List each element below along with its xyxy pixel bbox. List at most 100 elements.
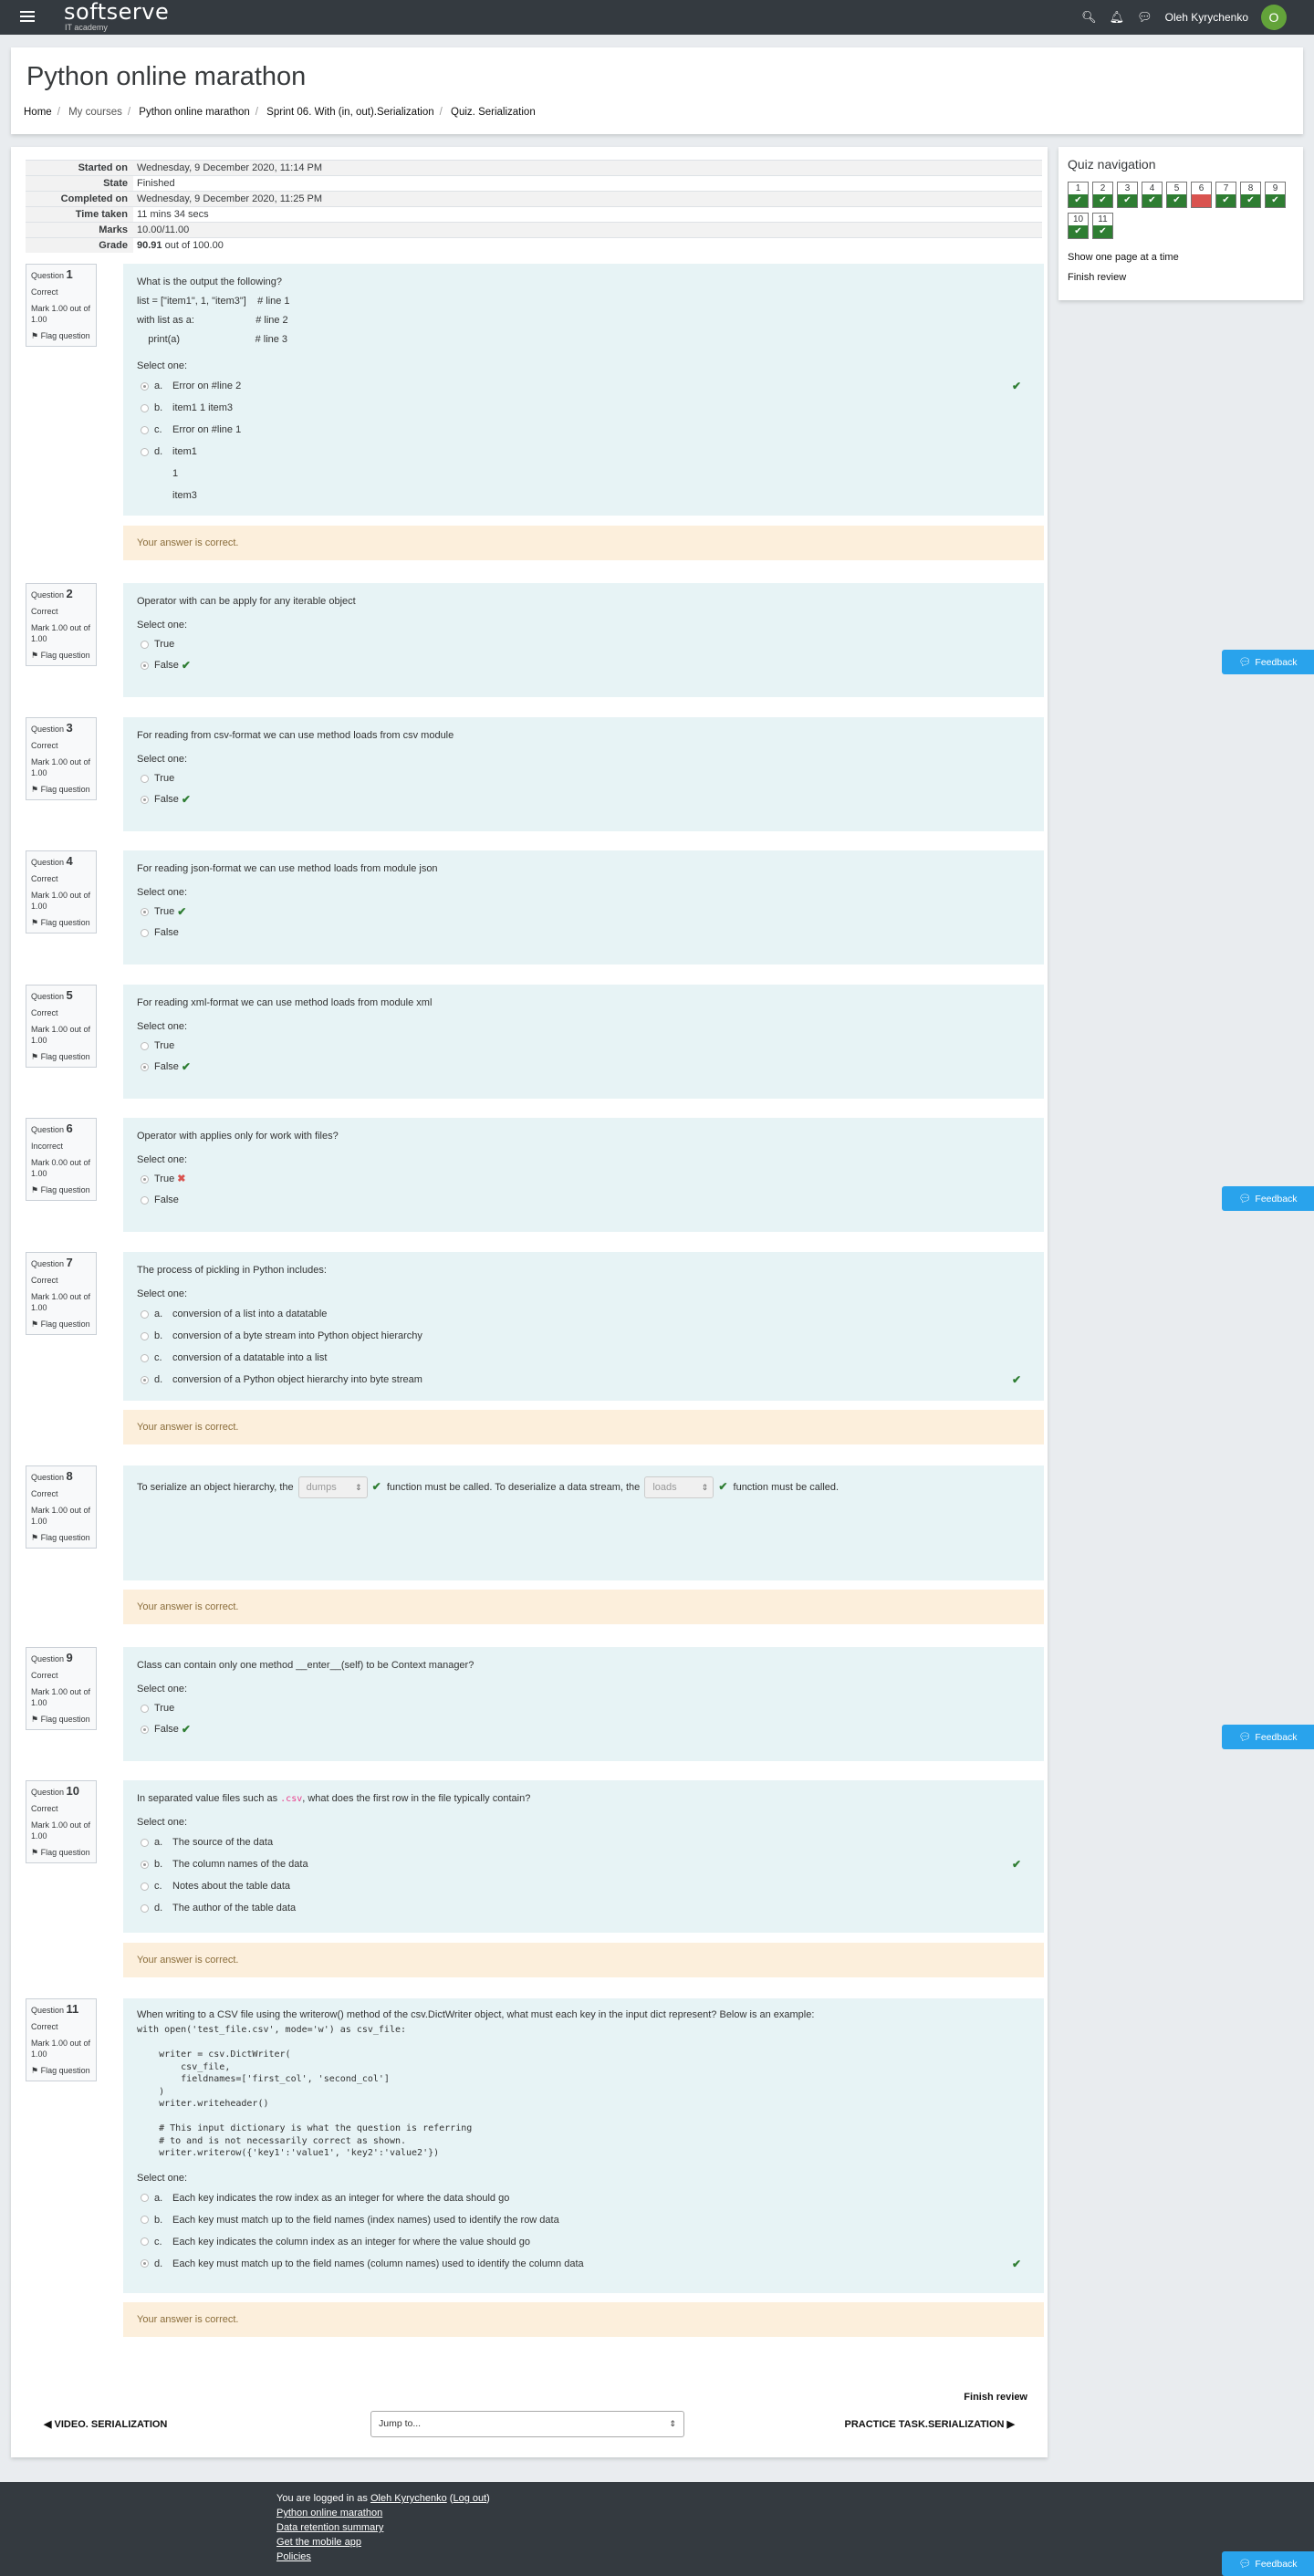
radio-button (141, 425, 149, 434)
footer-course-link[interactable]: Python online marathon (276, 2508, 382, 2519)
quiz-nav-button[interactable]: 6 (1191, 182, 1212, 208)
correct-check-icon: ✔ (181, 793, 191, 806)
finish-review-link[interactable]: Finish review (964, 2392, 1027, 2403)
answer-option[interactable]: True (137, 768, 1030, 789)
answer-option[interactable]: True (137, 1036, 1030, 1057)
user-name[interactable]: Oleh Kyrychenko (1165, 11, 1248, 24)
finish-review-link[interactable]: Finish review (1068, 272, 1126, 283)
avatar[interactable]: O (1261, 5, 1287, 30)
flag-question[interactable]: ⚑ Flag question (31, 650, 91, 661)
chat-icon[interactable]: 💬︎ (1137, 10, 1152, 25)
next-activity-link[interactable]: PRACTICE TASK.SERIALIZATION ▶ (845, 2418, 1016, 2430)
show-one-page-link[interactable]: Show one page at a time (1068, 252, 1179, 263)
answer-option[interactable]: a. The source of the data (137, 1831, 1030, 1853)
breadcrumb-my-courses[interactable]: My courses (68, 107, 122, 118)
breadcrumb-course[interactable]: Python online marathon (139, 107, 249, 118)
answer-option[interactable]: True ✔ (137, 902, 1030, 923)
answer-option[interactable]: True ✖ (137, 1169, 1030, 1190)
question-content: In separated value files such as .csv, w… (123, 1780, 1044, 1933)
flag-question[interactable]: ⚑ Flag question (31, 1714, 91, 1725)
answer-option[interactable]: c. Error on #line 1 (137, 419, 1030, 441)
flag-question[interactable]: ⚑ Flag question (31, 784, 91, 795)
answer-option[interactable]: b. conversion of a byte stream into Pytho… (137, 1325, 1030, 1347)
menu-icon[interactable] (20, 9, 35, 24)
breadcrumb-quiz[interactable]: Quiz. Serialization (451, 107, 536, 118)
answer-option[interactable]: b. The column names of the data ✔ (137, 1853, 1030, 1875)
flag-question[interactable]: ⚑ Flag question (31, 1319, 91, 1330)
radio-button (141, 1331, 149, 1340)
quiz-nav-button[interactable]: 10 ✔ (1068, 213, 1089, 239)
flag-question[interactable]: ⚑ Flag question (31, 1184, 91, 1195)
answer-dropdown[interactable]: loads (644, 1476, 714, 1499)
answer-feedback: Your answer is correct. (123, 1590, 1044, 1624)
answer-dropdown[interactable]: dumps (297, 1476, 368, 1499)
radio-button (141, 1375, 149, 1384)
breadcrumb-home[interactable]: Home (24, 107, 52, 118)
radio-button (141, 403, 149, 412)
user-profile-link[interactable]: Oleh Kyrychenko (370, 2493, 447, 2504)
answer-feedback: Your answer is correct. (123, 526, 1044, 560)
radio-button (141, 1903, 149, 1913)
mobile-app-link[interactable]: Get the mobile app (276, 2537, 361, 2548)
answer-option[interactable]: d. Each key must match up to the field na… (137, 2253, 1030, 2275)
question-content: Operator with can be apply for any itera… (123, 583, 1044, 697)
quiz-nav-button[interactable]: 4 ✔ (1142, 182, 1163, 208)
flag-question[interactable]: ⚑ Flag question (31, 330, 91, 341)
quiz-nav-button[interactable]: 1 ✔ (1068, 182, 1089, 208)
answer-option[interactable]: c. Each key indicates the column index as… (137, 2231, 1030, 2253)
feedback-button[interactable]: 💬︎ Feedback (1222, 1186, 1314, 1211)
answer-option[interactable]: d. The author of the table data (137, 1897, 1030, 1919)
answer-option[interactable]: c. Notes about the table data (137, 1875, 1030, 1897)
quiz-nav-button[interactable]: 9 ✔ (1265, 182, 1286, 208)
flag-question[interactable]: ⚑ Flag question (31, 1532, 91, 1543)
search-icon[interactable]: 🔍︎ (1081, 10, 1097, 25)
feedback-button[interactable]: 💬︎ Feedback (1222, 1725, 1314, 1749)
answer-option[interactable]: False ✔ (137, 1057, 1030, 1078)
radio-button (141, 662, 149, 670)
quiz-nav-button[interactable]: 3 ✔ (1117, 182, 1138, 208)
flag-question[interactable]: ⚑ Flag question (31, 917, 91, 928)
prev-activity-link[interactable]: ◀ VIDEO. SERIALIZATION (44, 2418, 167, 2430)
answer-option[interactable]: True (137, 1698, 1030, 1719)
breadcrumb-sprint[interactable]: Sprint 06. With (in, out).Serialization (266, 107, 433, 118)
answer-option[interactable]: b. item1 1 item3 (137, 397, 1030, 419)
data-retention-link[interactable]: Data retention summary (276, 2522, 383, 2533)
bell-icon[interactable]: 🔔︎ (1110, 10, 1125, 25)
answer-option[interactable]: a. Error on #line 2 ✔ (137, 375, 1030, 397)
question-content: The process of pickling in Python includ… (123, 1252, 1044, 1401)
answer-option[interactable]: False (137, 1190, 1030, 1211)
logout-link[interactable]: Log out (453, 2493, 486, 2504)
answer-option[interactable]: False ✔ (137, 655, 1030, 676)
quiz-nav-button[interactable]: 7 ✔ (1215, 182, 1236, 208)
radio-button (141, 1705, 149, 1713)
quiz-nav-button[interactable]: 11 ✔ (1092, 213, 1113, 239)
policies-link[interactable]: Policies (276, 2551, 311, 2562)
answer-option[interactable]: d. item1 (137, 441, 1030, 463)
radio-button (141, 1042, 149, 1050)
chat-icon: 💬︎ (1238, 2559, 1252, 2570)
flag-question[interactable]: ⚑ Flag question (31, 1847, 91, 1858)
radio-button (141, 1175, 149, 1184)
answer-option[interactable]: False ✔ (137, 789, 1030, 810)
flag-question[interactable]: ⚑ Flag question (31, 2065, 91, 2076)
quiz-nav-button[interactable]: 5 ✔ (1166, 182, 1187, 208)
answer-option[interactable]: False ✔ (137, 1719, 1030, 1740)
answer-option[interactable]: b. Each key must match up to the field na… (137, 2209, 1030, 2231)
answer-option[interactable]: a. Each key indicates the row index as an… (137, 2187, 1030, 2209)
answer-option[interactable]: False (137, 923, 1030, 944)
answer-option[interactable]: a. conversion of a list into a datatable (137, 1303, 1030, 1325)
radio-button (141, 381, 149, 391)
jump-to-select[interactable]: Jump to... (370, 2411, 684, 2437)
answer-option[interactable]: True (137, 634, 1030, 655)
quiz-nav-button[interactable]: 2 ✔ (1092, 182, 1113, 208)
quiz-nav-button[interactable]: 8 ✔ (1240, 182, 1261, 208)
feedback-button[interactable]: 💬︎ Feedback (1222, 2551, 1314, 2576)
correct-check-icon: ✔ (1011, 380, 1021, 392)
answer-option[interactable]: d. conversion of a Python object hierarch… (137, 1369, 1030, 1391)
summary-row: Marks 10.00/11.00 (26, 222, 1042, 237)
answer-option[interactable]: c. conversion of a datatable into a list (137, 1347, 1030, 1369)
correct-check-icon: ✔ (177, 905, 187, 918)
flag-question[interactable]: ⚑ Flag question (31, 1051, 91, 1062)
feedback-button[interactable]: 💬︎ Feedback (1222, 650, 1314, 674)
softserve-logo[interactable]: softserve IT academy (64, 0, 169, 32)
